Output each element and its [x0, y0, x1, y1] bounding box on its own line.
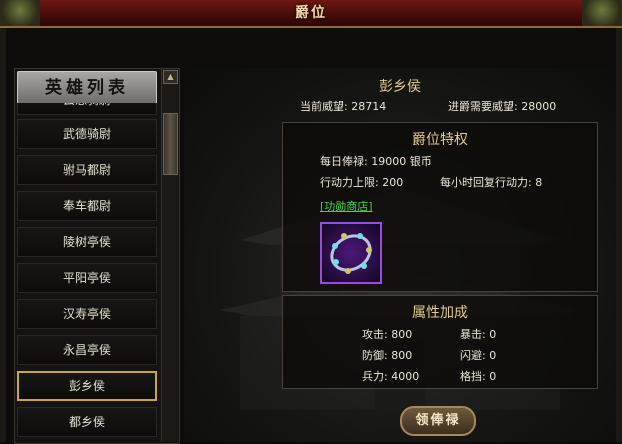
window-title: 爵位 — [295, 5, 327, 21]
scroll-thumb[interactable] — [163, 113, 178, 175]
hero-list-panel: 英雄列表 云怒骑尉 武德骑尉 驸马都尉 奉车都尉 陵树亭侯 平阳亭侯 汉寿亭侯 … — [14, 68, 180, 444]
defense-row: 防御: 800 — [362, 347, 412, 363]
block-row: 格挡: 0 — [460, 368, 496, 384]
salary-unit: 银币 — [409, 155, 432, 168]
crit-label: 暴击: — [460, 328, 486, 341]
list-item[interactable]: 永昌亭侯 — [17, 335, 157, 365]
troops-value: 4000 — [391, 370, 420, 383]
block-value: 0 — [489, 370, 497, 383]
block-label: 格挡: — [460, 370, 486, 383]
dodge-label: 闪避: — [460, 349, 486, 362]
current-prestige: 当前威望: 28714 — [300, 98, 386, 114]
privilege-title: 爵位特权 — [412, 132, 468, 148]
current-prestige-value: 28714 — [351, 100, 387, 113]
dodge-value: 0 — [489, 349, 497, 362]
attack-row: 攻击: 800 — [362, 326, 412, 342]
action-cap-row: 行动力上限: 200 — [320, 174, 403, 190]
claim-salary-button[interactable]: 领俸禄 — [400, 406, 476, 436]
list-item[interactable]: 武德骑尉 — [17, 119, 157, 149]
list-item[interactable]: 驸马都尉 — [17, 155, 157, 185]
defense-value: 800 — [391, 349, 413, 362]
hero-list-scrollbar[interactable]: ▲ — [161, 69, 178, 441]
action-cap-value: 200 — [382, 176, 404, 189]
salary-row: 每日俸禄: 19000 银币 — [320, 153, 432, 169]
attribute-panel: 属性加成 — [282, 295, 598, 389]
hero-list: 云怒骑尉 武德骑尉 驸马都尉 奉车都尉 陵树亭侯 平阳亭侯 汉寿亭侯 永昌亭侯 … — [17, 103, 161, 443]
troops-row: 兵力: 4000 — [362, 368, 419, 384]
action-cap-label: 行动力上限: — [320, 176, 379, 189]
salary-label: 每日俸禄: — [320, 155, 368, 168]
current-prestige-label: 当前威望: — [300, 100, 348, 113]
attack-value: 800 — [391, 328, 413, 341]
salary-value: 19000 — [371, 155, 407, 168]
action-regen-row: 每小时回复行动力: 8 — [440, 174, 542, 190]
attribute-title: 属性加成 — [412, 305, 468, 321]
required-prestige-label: 进爵需要威望: — [448, 100, 518, 113]
list-item[interactable]: 陵树亭侯 — [17, 227, 157, 257]
required-prestige: 进爵需要威望: 28000 — [448, 98, 556, 114]
dodge-row: 闪避: 0 — [460, 347, 496, 363]
attack-label: 攻击: — [362, 328, 388, 341]
crit-value: 0 — [489, 328, 497, 341]
list-item[interactable]: 云怒骑尉 — [17, 103, 157, 115]
action-regen-value: 8 — [535, 176, 543, 189]
list-item[interactable]: 奉车都尉 — [17, 191, 157, 221]
required-prestige-value: 28000 — [521, 100, 557, 113]
list-item-selected[interactable]: 彭乡侯 — [17, 371, 157, 401]
list-item[interactable]: 平阳亭侯 — [17, 263, 157, 293]
scroll-up-icon[interactable]: ▲ — [163, 70, 178, 84]
gem-bracelet-icon[interactable] — [320, 222, 382, 284]
hero-list-header: 英雄列表 — [17, 71, 157, 105]
action-regen-label: 每小时回复行动力: — [440, 176, 532, 189]
selected-hero-name: 彭乡侯 — [379, 79, 421, 95]
troops-label: 兵力: — [362, 370, 388, 383]
merit-shop-link[interactable]: [功勋商店] — [320, 198, 373, 214]
title-ornament-right — [582, 0, 622, 26]
defense-label: 防御: — [362, 349, 388, 362]
list-item[interactable]: 都乡侯 — [17, 407, 157, 437]
title-bar: 爵位 — [0, 0, 622, 28]
list-item[interactable]: 汉寿亭侯 — [17, 299, 157, 329]
crit-row: 暴击: 0 — [460, 326, 496, 342]
